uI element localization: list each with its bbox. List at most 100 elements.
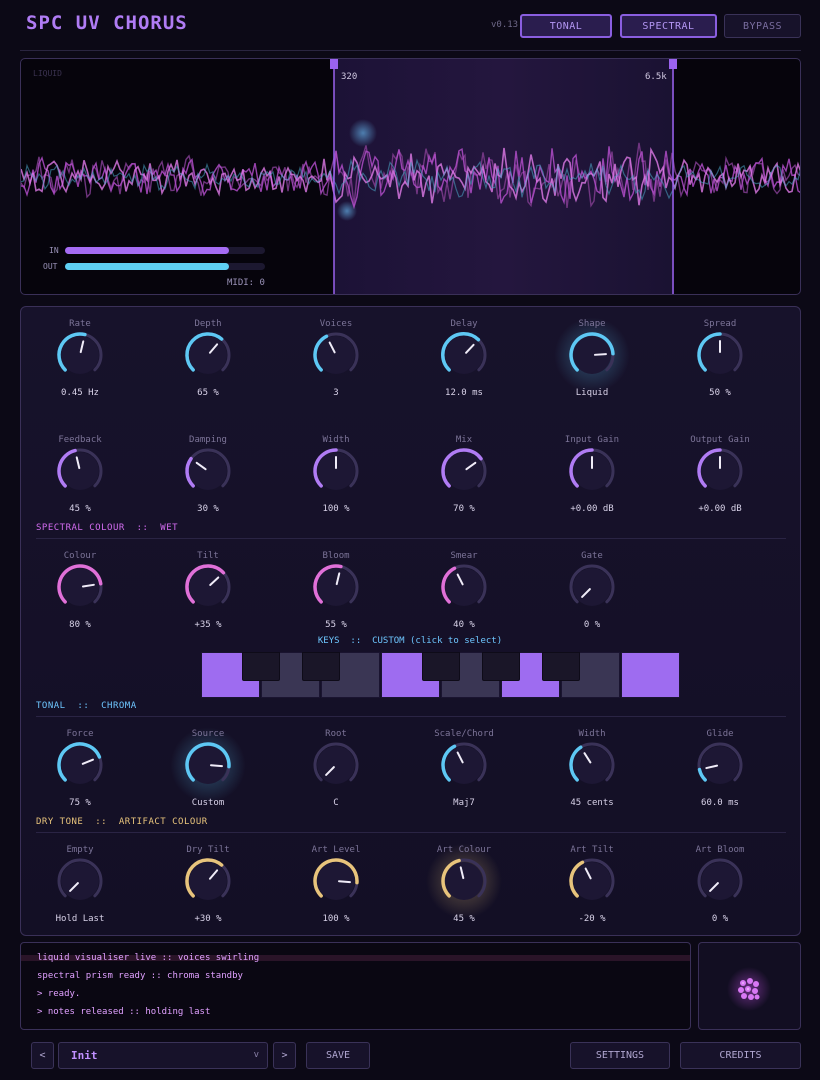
knob-colour[interactable]: Colour 80 % xyxy=(25,550,135,630)
section-subtitle: WET xyxy=(160,523,179,533)
knob-dial[interactable] xyxy=(55,330,105,380)
knob-dial[interactable] xyxy=(567,330,617,380)
knob-dial[interactable] xyxy=(311,740,361,790)
knob-value: 75 % xyxy=(69,798,91,808)
waveform-display xyxy=(21,59,800,294)
knob-art-level[interactable]: Art Level 100 % xyxy=(281,844,391,924)
knob-bloom[interactable]: Bloom 55 % xyxy=(281,550,391,630)
band-high-handle[interactable] xyxy=(669,59,677,69)
settings-button[interactable]: SETTINGS xyxy=(570,1042,670,1069)
tonal-toggle-button[interactable]: TONAL xyxy=(520,14,612,38)
knob-value: +0.00 dB xyxy=(570,504,614,514)
knob-dial[interactable] xyxy=(55,446,105,496)
knob-dial[interactable] xyxy=(695,330,745,380)
knob-spread[interactable]: Spread 50 % xyxy=(665,318,775,398)
header-divider xyxy=(20,50,801,51)
knob-input-gain[interactable]: Input Gain +0.00 dB xyxy=(537,434,647,514)
raspberry-logo-icon xyxy=(727,967,771,1011)
knob-value: -20 % xyxy=(578,914,606,924)
chevron-down-icon: v xyxy=(253,1050,259,1060)
knob-dial[interactable] xyxy=(567,740,617,790)
knob-dial[interactable] xyxy=(695,856,745,906)
prev-preset-button[interactable]: < xyxy=(31,1042,54,1069)
knob-value: 3 xyxy=(333,388,339,398)
knob-force[interactable]: Force 75 % xyxy=(25,728,135,808)
knob-dial[interactable] xyxy=(439,856,489,906)
knob-dial[interactable] xyxy=(183,562,233,612)
knob-dry-tilt[interactable]: Dry Tilt +30 % xyxy=(153,844,263,924)
knob-gate[interactable]: Gate 0 % xyxy=(537,550,647,630)
knob-dial[interactable] xyxy=(567,856,617,906)
knob-art-bloom[interactable]: Art Bloom 0 % xyxy=(665,844,775,924)
knob-rate[interactable]: Rate 0.45 Hz xyxy=(25,318,135,398)
knob-dial[interactable] xyxy=(55,740,105,790)
knob-damping[interactable]: Damping 30 % xyxy=(153,434,263,514)
preset-name: Init xyxy=(71,1049,98,1062)
knob-output-gain[interactable]: Output Gain +0.00 dB xyxy=(665,434,775,514)
knob-width[interactable]: Width 100 % xyxy=(281,434,391,514)
knob-body xyxy=(61,746,99,784)
log-line: > notes released :: holding last xyxy=(37,1007,211,1017)
knob-dial[interactable] xyxy=(439,740,489,790)
knob-dial[interactable] xyxy=(311,446,361,496)
band-low-value: 320 xyxy=(341,72,358,82)
black-key[interactable] xyxy=(542,652,580,681)
next-preset-button[interactable]: > xyxy=(273,1042,296,1069)
white-key[interactable] xyxy=(621,652,680,698)
liquid-visualiser[interactable]: LIQUID 320 6.5k IN OUT MIDI: 0 xyxy=(20,58,801,295)
knob-dial[interactable] xyxy=(695,446,745,496)
knob-label: Source xyxy=(191,729,225,739)
knob-source[interactable]: Source Custom xyxy=(153,728,263,808)
knob-scale-chord[interactable]: Scale/Chord Maj7 xyxy=(409,728,519,808)
knob-glide[interactable]: Glide 60.0 ms xyxy=(665,728,775,808)
knob-dial[interactable] xyxy=(311,856,361,906)
black-key[interactable] xyxy=(422,652,460,681)
knob-dial[interactable] xyxy=(183,856,233,906)
save-button[interactable]: SAVE xyxy=(306,1042,370,1069)
knob-art-tilt[interactable]: Art Tilt -20 % xyxy=(537,844,647,924)
knob-width[interactable]: Width 45 cents xyxy=(537,728,647,808)
knob-dial[interactable] xyxy=(183,740,233,790)
credits-button[interactable]: CREDITS xyxy=(680,1042,801,1069)
knob-body xyxy=(701,746,739,784)
knob-empty[interactable]: Empty Hold Last xyxy=(25,844,135,924)
knob-dial[interactable] xyxy=(695,740,745,790)
knob-dial[interactable] xyxy=(567,562,617,612)
knob-label: Depth xyxy=(194,319,222,329)
knob-body xyxy=(701,862,739,900)
knob-dial[interactable] xyxy=(311,330,361,380)
knob-dial[interactable] xyxy=(55,562,105,612)
voice-orb xyxy=(349,119,377,147)
knob-root[interactable]: Root C xyxy=(281,728,391,808)
knob-dial[interactable] xyxy=(439,562,489,612)
band-low-handle[interactable] xyxy=(330,59,338,69)
black-key[interactable] xyxy=(482,652,520,681)
knob-voices[interactable]: Voices 3 xyxy=(281,318,391,398)
knob-art-colour[interactable]: Art Colour 45 % xyxy=(409,844,519,924)
spectral-toggle-button[interactable]: SPECTRAL xyxy=(620,14,717,38)
log-line: spectral prism ready :: chroma standby xyxy=(37,971,243,981)
knob-dial[interactable] xyxy=(567,446,617,496)
knob-value: +35 % xyxy=(194,620,222,630)
knob-smear[interactable]: Smear 40 % xyxy=(409,550,519,630)
knob-feedback[interactable]: Feedback 45 % xyxy=(25,434,135,514)
black-key[interactable] xyxy=(242,652,280,681)
knob-dial[interactable] xyxy=(183,330,233,380)
knob-mix[interactable]: Mix 70 % xyxy=(409,434,519,514)
knob-delay[interactable]: Delay 12.0 ms xyxy=(409,318,519,398)
knob-tilt[interactable]: Tilt +35 % xyxy=(153,550,263,630)
knob-dial[interactable] xyxy=(439,330,489,380)
status-log: liquid visualiser live :: voices swirlin… xyxy=(20,942,691,1030)
bypass-toggle-button[interactable]: BYPASS xyxy=(724,14,801,38)
knob-value: +30 % xyxy=(194,914,222,924)
black-key[interactable] xyxy=(302,652,340,681)
knob-dial[interactable] xyxy=(55,856,105,906)
knob-dial[interactable] xyxy=(183,446,233,496)
knob-body xyxy=(573,746,611,784)
knob-dial[interactable] xyxy=(311,562,361,612)
knob-label: Dry Tilt xyxy=(186,845,230,855)
preset-select[interactable]: Init v xyxy=(58,1042,268,1069)
knob-depth[interactable]: Depth 65 % xyxy=(153,318,263,398)
knob-dial[interactable] xyxy=(439,446,489,496)
knob-shape[interactable]: Shape Liquid xyxy=(537,318,647,398)
